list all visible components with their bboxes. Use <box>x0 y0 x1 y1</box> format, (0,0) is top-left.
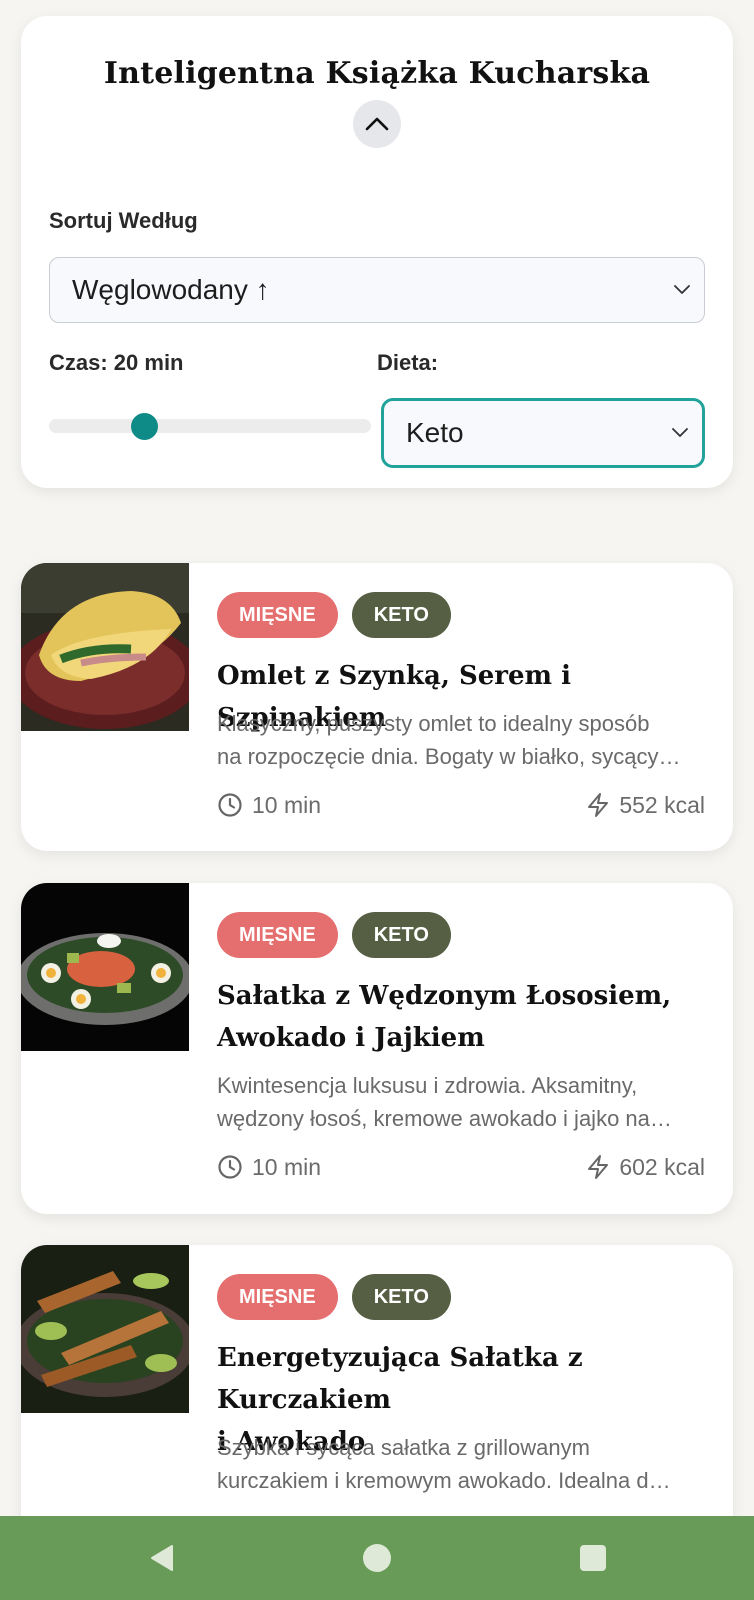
diet-select[interactable]: Keto <box>381 398 705 468</box>
recipe-time: 10 min <box>217 1154 321 1181</box>
time-slider-thumb[interactable] <box>131 413 158 440</box>
sort-select[interactable]: Węglowodany ↑ <box>49 257 705 323</box>
recipe-meta: 10 min 602 kcal <box>217 1151 705 1183</box>
tag-meat: MIĘSNE <box>217 1274 338 1320</box>
recipe-description: Szybka i sycąca sałatka z grillowanym ku… <box>217 1435 671 1493</box>
chevron-down-icon <box>674 285 690 294</box>
filter-panel: Inteligentna Książka Kucharska Sortuj We… <box>21 16 733 488</box>
tag-keto: KETO <box>351 912 451 958</box>
clock-icon <box>218 1155 242 1179</box>
recipe-tags: MIĘSNE KETO <box>217 1274 451 1320</box>
lightning-icon <box>588 1155 609 1179</box>
recipe-tags: MIĘSNE KETO <box>217 592 451 638</box>
sort-select-value: Węglowodany ↑ <box>72 274 270 305</box>
nav-recents-button[interactable] <box>553 1516 633 1600</box>
recipe-description: Kwintesencja luksusu i zdrowia. Aksamitn… <box>217 1073 672 1131</box>
system-navigation-bar <box>0 1516 754 1600</box>
diet-select-value: Keto <box>406 417 464 448</box>
recipe-tags: MIĘSNE KETO <box>217 912 451 958</box>
diet-label: Dieta: <box>377 350 439 375</box>
nav-home-button[interactable] <box>337 1516 417 1600</box>
home-circle-icon <box>363 1544 391 1572</box>
time-label: Czas: 20 min <box>49 350 184 375</box>
lightning-icon <box>588 793 609 817</box>
recipe-title: Sałatka z Wędzonym Łososiem, Awokado i J… <box>217 981 672 1053</box>
app-title: Inteligentna Książka Kucharska <box>103 56 651 91</box>
tag-keto: KETO <box>351 592 451 638</box>
back-triangle-icon <box>151 1545 173 1571</box>
clock-icon <box>218 793 242 817</box>
recents-square-icon <box>580 1545 606 1571</box>
recipe-description: Klasyczny, puszysty omlet to idealny spo… <box>217 711 681 769</box>
recipe-image-salmon-salad <box>21 883 189 1051</box>
recipe-time: 10 min <box>217 792 321 819</box>
recipe-image-chicken-salad <box>21 1245 189 1413</box>
recipe-card[interactable]: MIĘSNE KETO Sałatka z Wędzonym Łososiem,… <box>21 883 733 1214</box>
recipe-kcal: 552 kcal <box>586 792 705 819</box>
nav-back-button[interactable] <box>122 1516 202 1600</box>
tag-keto: KETO <box>351 1274 451 1320</box>
recipe-meta: 10 min 552 kcal <box>217 789 705 821</box>
chevron-down-icon <box>672 428 688 437</box>
tag-meat: MIĘSNE <box>217 592 338 638</box>
recipe-image-omelette <box>21 563 189 731</box>
chevron-up-icon <box>365 117 389 131</box>
time-slider-track[interactable] <box>49 419 371 433</box>
sort-label: Sortuj Według <box>49 208 198 233</box>
recipe-kcal: 602 kcal <box>586 1154 705 1181</box>
collapse-button[interactable] <box>353 100 401 148</box>
tag-meat: MIĘSNE <box>217 912 338 958</box>
recipe-card[interactable]: MIĘSNE KETO Omlet z Szynką, Serem i Szpi… <box>21 563 733 851</box>
